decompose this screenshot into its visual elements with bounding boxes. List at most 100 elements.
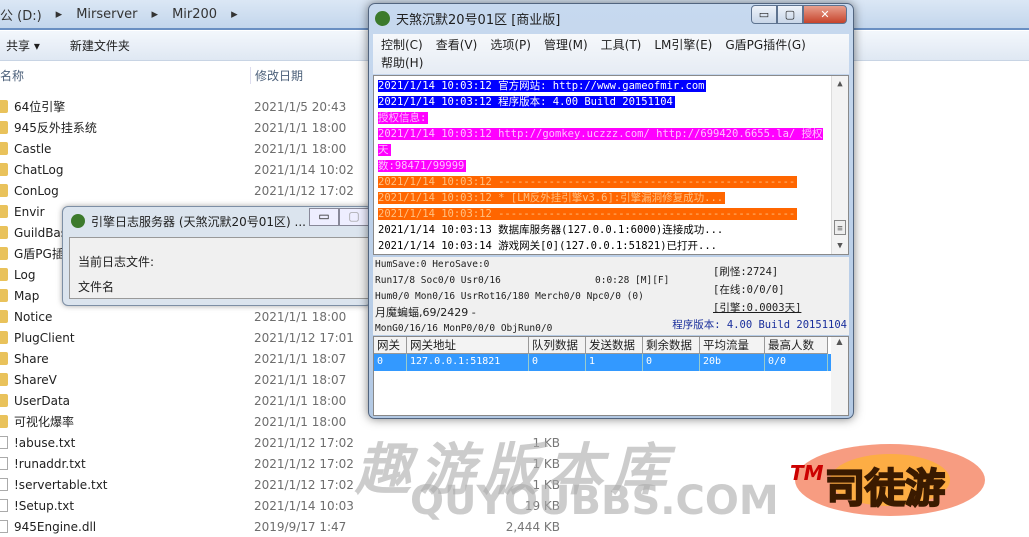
file-date: 2021/1/1 18:00	[254, 309, 347, 324]
file-row[interactable]: !abuse.txt 2021/1/12 17:02 1 KB	[0, 432, 560, 453]
log-scrollbar[interactable]: ▲ ≡ ▼	[831, 76, 848, 254]
column-header[interactable]: 队列数据	[529, 337, 586, 354]
file-icon	[0, 436, 8, 449]
watermark-url: QUYOUBBS.COM	[410, 478, 779, 524]
file-row[interactable]: ShareV 2021/1/1 18:07	[0, 369, 346, 390]
status-panel: HumSave:0 HeroSave:0 Run17/8 Soc0/0 Usr0…	[373, 257, 849, 335]
column-header[interactable]: 剩余数据	[643, 337, 700, 354]
log-line: 授权信息:	[378, 110, 826, 126]
app-icon	[375, 11, 390, 26]
folder-icon	[0, 184, 8, 197]
breadcrumb-mirserver[interactable]: Mirserver	[76, 7, 137, 22]
menu-item[interactable]: 工具(T)	[601, 37, 642, 53]
scroll-down-icon[interactable]: ▼	[832, 238, 848, 254]
file-row[interactable]: Notice 2021/1/1 18:00	[0, 306, 346, 327]
chevron-right-icon[interactable]: ▸	[152, 7, 159, 22]
minimize-button[interactable]: ▭	[751, 5, 777, 24]
menu-item[interactable]: 选项(P)	[490, 37, 531, 53]
file-row[interactable]: 945Engine.dll 2019/9/17 1:47 2,444 KB	[0, 516, 560, 537]
new-folder-button[interactable]: 新建文件夹	[70, 37, 130, 54]
version-label: 程序版本: 4.00 Build 20151104	[672, 319, 847, 331]
share-button[interactable]: 共享 ▾	[6, 37, 40, 54]
file-icon	[0, 478, 8, 491]
folder-icon	[0, 373, 8, 386]
folder-icon	[0, 226, 8, 239]
file-date: 2021/1/12 17:01	[254, 330, 354, 345]
file-row[interactable]: Share 2021/1/1 18:07	[0, 348, 346, 369]
file-row[interactable]: 可视化爆率 2021/1/1 18:00	[0, 411, 346, 432]
menu-item[interactable]: 控制(C)	[381, 37, 423, 53]
table-row[interactable]: 0 127.0.0.1:51821 0 1 0 20b 0/0	[374, 354, 848, 371]
table-scrollbar[interactable]: ▲	[831, 337, 848, 415]
table-cell: 127.0.0.1:51821	[407, 354, 529, 371]
file-row[interactable]: !Setup.txt 2021/1/14 10:03 19 KB	[0, 495, 560, 516]
file-name: 64位引擎	[14, 100, 66, 114]
scroll-thumb[interactable]: ≡	[834, 220, 846, 235]
file-row[interactable]: 64位引擎 2021/1/5 20:43	[0, 96, 346, 117]
file-name: Share	[14, 351, 49, 366]
log-text: 2021/1/14 10:03:12 程序版本: 4.00 Build 2015…	[378, 96, 675, 108]
file-name: !Setup.txt	[14, 498, 75, 513]
file-row[interactable]: 945反外挂系统 2021/1/1 18:00	[0, 117, 346, 138]
file-name: !runaddr.txt	[14, 456, 86, 471]
file-row[interactable]: Castle 2021/1/1 18:00	[0, 138, 346, 159]
folder-icon	[0, 142, 8, 155]
chevron-right-icon[interactable]: ▸	[56, 7, 63, 22]
log-text: 数:98471/99999	[378, 160, 467, 172]
svg-text:TM: TM	[790, 461, 824, 485]
column-header[interactable]: 平均流量	[700, 337, 765, 354]
log-text: 2021/1/14 10:03:12 ---------------------…	[378, 176, 798, 188]
refresh-monster-count: [刷怪:2724]	[713, 266, 779, 278]
column-header[interactable]: 最高人数	[765, 337, 828, 354]
maximize-button[interactable]: ▢	[777, 5, 803, 24]
menu-item[interactable]: G盾PG插件(G)	[725, 37, 806, 53]
breadcrumb-mir200[interactable]: Mir200	[172, 7, 217, 22]
file-name: ShareV	[14, 372, 57, 387]
file-row[interactable]: !servertable.txt 2021/1/12 17:02 1 KB	[0, 474, 560, 495]
maximize-button[interactable]: ▢	[339, 208, 369, 226]
folder-icon	[0, 247, 8, 260]
menu-item[interactable]: LM引擎(E)	[654, 37, 712, 53]
file-date: 2021/1/1 18:00	[254, 393, 347, 408]
menu-item[interactable]: 管理(M)	[544, 37, 588, 53]
column-header[interactable]: 发送数据	[586, 337, 643, 354]
file-date: 2021/1/1 18:07	[254, 351, 347, 366]
table-cell: 0/0	[765, 354, 828, 371]
log-text: 2021/1/14 10:03:12 ---------------------…	[378, 208, 798, 220]
log-line: 数:98471/99999	[378, 158, 826, 174]
breadcrumb-drive[interactable]: 公 (D:)	[0, 5, 42, 24]
log-line: 2021/1/14 10:03:12 官方网站: http://www.game…	[378, 78, 826, 94]
column-header[interactable]: 网关	[374, 337, 407, 354]
file-date: 2021/1/14 10:03	[254, 498, 354, 513]
file-date: 2021/1/1 18:00	[254, 414, 347, 429]
menu-item[interactable]: 查看(V)	[436, 37, 478, 53]
engine-link[interactable]: [引擎:0.0003天]	[713, 299, 801, 317]
close-button[interactable]: ✕	[803, 5, 847, 24]
file-row[interactable]: ChatLog 2021/1/14 10:02	[0, 159, 354, 180]
file-name: !servertable.txt	[14, 477, 108, 492]
folder-icon	[0, 205, 8, 218]
file-icon	[0, 457, 8, 470]
log-line: 2021/1/14 10:03:12 http://gomkey.uczzz.c…	[378, 126, 826, 158]
table-cell: 0	[643, 354, 700, 371]
log-line: 2021/1/14 10:03:12 ---------------------…	[378, 174, 826, 190]
folder-icon	[0, 415, 8, 428]
column-header[interactable]: 网关地址	[407, 337, 529, 354]
chevron-right-icon[interactable]: ▸	[231, 7, 238, 22]
minimize-button[interactable]: ▭	[309, 208, 339, 226]
column-date[interactable]: 修改日期	[250, 66, 303, 84]
file-row[interactable]: ConLog 2021/1/12 17:02	[0, 180, 354, 201]
column-name[interactable]: 名称	[0, 67, 250, 84]
svg-text:司徒游: 司徒游	[825, 466, 945, 512]
scroll-up-icon[interactable]: ▲	[832, 76, 848, 92]
log-text: 2021/1/14 10:03:12 * [LM反外挂引擎v3.6]:引擎漏洞修…	[378, 192, 726, 204]
file-row[interactable]: PlugClient 2021/1/12 17:01	[0, 327, 354, 348]
file-row[interactable]: UserData 2021/1/1 18:00	[0, 390, 346, 411]
file-name: 945反外挂系统	[14, 121, 97, 135]
menu-item[interactable]: 帮助(H)	[381, 55, 423, 71]
log-line: 2021/1/14 10:03:14 游戏网关[0](127.0.0.1:518…	[378, 238, 826, 254]
log-output[interactable]: 2021/1/14 10:03:12 官方网站: http://www.game…	[373, 75, 849, 255]
file-row[interactable]: !runaddr.txt 2021/1/12 17:02 1 KB	[0, 453, 560, 474]
dialog-title: 引擎日志服务器 (天煞沉默20号01区) ...	[91, 214, 306, 229]
folder-icon	[0, 310, 8, 323]
